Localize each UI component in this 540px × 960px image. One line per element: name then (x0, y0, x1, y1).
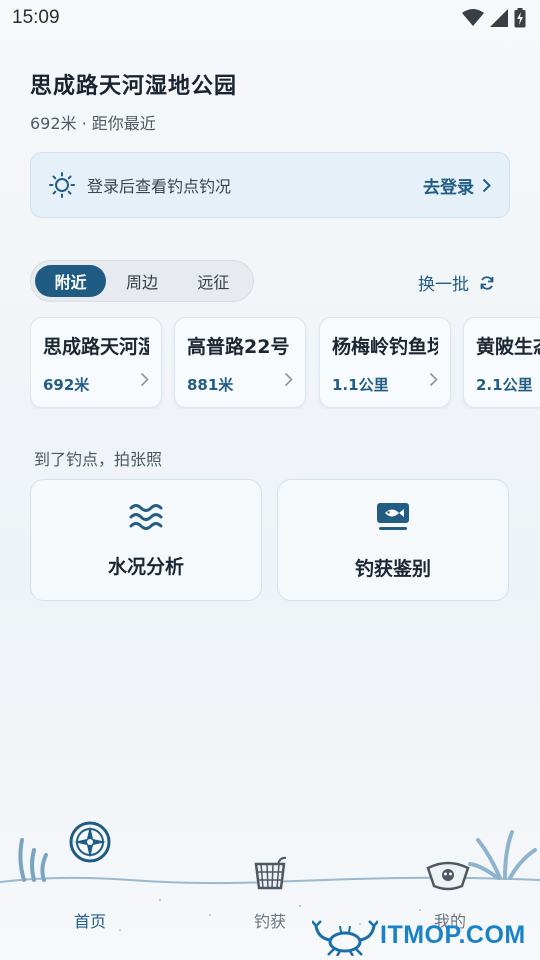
chevron-right-icon (482, 178, 491, 192)
location-distance: 692米 · 距你最近 (30, 114, 156, 133)
pirate-skull-icon[interactable] (426, 860, 470, 892)
wifi-icon (462, 9, 484, 26)
water-analysis-button[interactable]: 水况分析 (30, 479, 262, 601)
watermark: ITMOP.COM (380, 921, 526, 949)
catch-identify-button[interactable]: 钓获鉴别 (277, 479, 509, 601)
nav-catch[interactable]: 钓获 (230, 908, 310, 932)
spot-distance: 881米 (187, 376, 234, 394)
spot-distance: 1.1公里 (332, 376, 389, 394)
refresh-label: 换一批 (418, 275, 469, 295)
spot-carousel[interactable]: 思成路天河湿地公园 692米 高普路22号 881米 杨梅岭钓鱼场 1.1公里 … (30, 317, 540, 409)
spot-name: 思成路天河湿地公园 (43, 336, 149, 358)
spot-card[interactable]: 高普路22号 881米 (174, 317, 306, 408)
distance-tabs: 附近 周边 远征 (30, 260, 254, 302)
spot-card[interactable]: 思成路天河湿地公园 692米 (30, 317, 162, 408)
section-label: 到了钓点，拍张照 (34, 450, 163, 469)
tab-surrounding[interactable]: 周边 (106, 265, 177, 297)
status-icons (462, 8, 526, 28)
refresh-button[interactable]: 换一批 (418, 270, 495, 295)
login-link-label: 去登录 (423, 177, 474, 198)
chevron-right-icon (284, 372, 293, 387)
crab-logo-icon (312, 920, 378, 956)
spot-name: 黄陂生态园 (476, 336, 540, 358)
spot-distance: 692米 (43, 376, 90, 394)
refresh-icon (480, 275, 494, 290)
status-time: 15:09 (12, 7, 60, 28)
spot-name: 高普路22号 (187, 336, 290, 358)
battery-icon (514, 8, 526, 28)
login-prompt-text: 登录后查看钓点钓况 (87, 177, 232, 196)
nav-home[interactable]: 首页 (50, 908, 130, 932)
sun-icon (49, 172, 75, 198)
chevron-right-icon (140, 372, 149, 387)
page-title: 思成路天河湿地公园 (30, 74, 238, 99)
status-bar: 15:09 (0, 0, 540, 36)
fish-id-icon (377, 503, 409, 530)
compass-icon[interactable] (68, 820, 112, 864)
spot-card[interactable]: 黄陂生态园 2.1公里 (463, 317, 540, 408)
water-waves-icon (129, 504, 163, 530)
spot-card[interactable]: 杨梅岭钓鱼场 1.1公里 (319, 317, 451, 408)
tab-expedition[interactable]: 远征 (178, 265, 249, 297)
login-link[interactable]: 去登录 (423, 173, 491, 198)
location-header: 思成路天河湿地公园 692米 · 距你最近 (30, 68, 237, 134)
tool-label: 钓获鉴别 (354, 558, 431, 580)
basket-icon[interactable] (252, 856, 288, 890)
spot-name: 杨梅岭钓鱼场 (332, 336, 438, 358)
tool-label: 水况分析 (107, 556, 184, 578)
chevron-right-icon (429, 372, 438, 387)
signal-icon (490, 9, 508, 27)
tab-nearby[interactable]: 附近 (35, 265, 107, 297)
login-banner[interactable]: 登录后查看钓点钓况 去登录 (30, 152, 510, 218)
spot-distance: 2.1公里 (476, 376, 533, 394)
